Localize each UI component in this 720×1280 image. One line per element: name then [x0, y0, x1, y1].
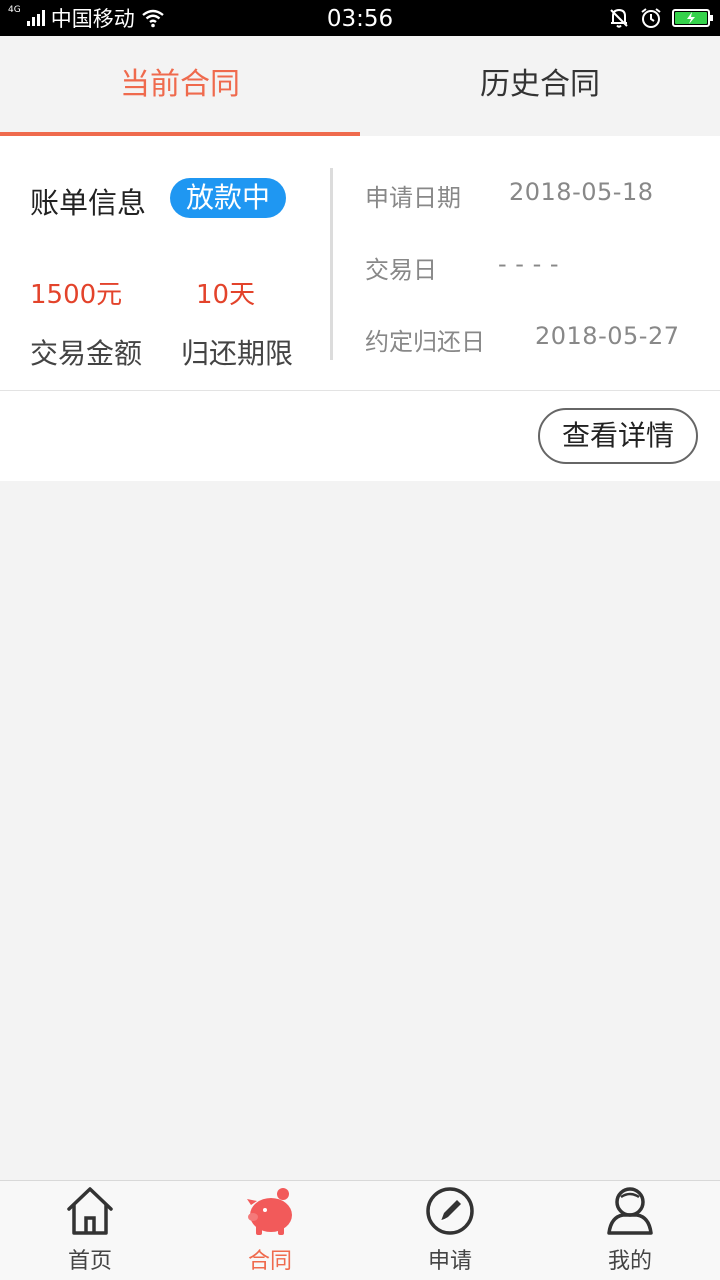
bell-muted-icon: [610, 8, 628, 28]
charging-bolt-icon: [687, 12, 695, 24]
vertical-divider: [330, 168, 333, 360]
tab-history-contract[interactable]: 历史合同: [360, 36, 720, 136]
nav-label-apply: 申请: [427, 1249, 472, 1274]
due-date-value: 2018-05-27: [535, 322, 680, 350]
repay-period-label: 归还期限: [181, 337, 294, 370]
user-icon: [607, 1187, 653, 1235]
trade-date-label: 交易日: [365, 256, 437, 284]
apply-date-value: 2018-05-18: [509, 178, 654, 206]
bill-info-title: 账单信息: [30, 186, 147, 220]
nav-item-apply[interactable]: 申请: [360, 1181, 540, 1280]
nav-label-contract: 合同: [247, 1249, 292, 1274]
trade-amount-value: 1500元: [30, 280, 123, 310]
status-badge: 放款中: [170, 178, 286, 218]
tab-current-contract[interactable]: 当前合同: [0, 36, 360, 136]
trade-amount-label: 交易金额: [30, 337, 143, 370]
battery-level: [675, 12, 707, 24]
bottom-nav: 首页 合同 申请 我的: [0, 1180, 720, 1280]
battery-icon: [672, 9, 713, 27]
nav-item-mine[interactable]: 我的: [540, 1181, 720, 1280]
due-date-label: 约定归还日: [365, 328, 485, 356]
edit-pen-icon: [426, 1187, 474, 1235]
nav-label-mine: 我的: [607, 1249, 652, 1274]
repay-period-value: 10天: [196, 280, 256, 310]
view-details-button[interactable]: 查看详情: [538, 408, 698, 464]
nav-label-home: 首页: [67, 1249, 112, 1274]
nav-item-contract[interactable]: 合同: [180, 1181, 360, 1280]
trade-date-value: - - - -: [498, 250, 560, 278]
home-icon: [67, 1187, 113, 1235]
apply-date-label: 申请日期: [365, 184, 461, 212]
nav-item-home[interactable]: 首页: [0, 1181, 180, 1280]
horizontal-divider: [0, 390, 720, 391]
contract-tabs: 当前合同 历史合同: [0, 36, 720, 136]
status-bar-right: [608, 0, 713, 36]
piggy-bank-icon: [247, 1188, 292, 1235]
status-bar: 4G 中国移动 03:56: [0, 0, 720, 36]
alarm-clock-icon: [641, 8, 661, 28]
contract-card: 账单信息 放款中 1500元 10天 交易金额 归还期限 申请日期 2018-0…: [0, 136, 720, 481]
